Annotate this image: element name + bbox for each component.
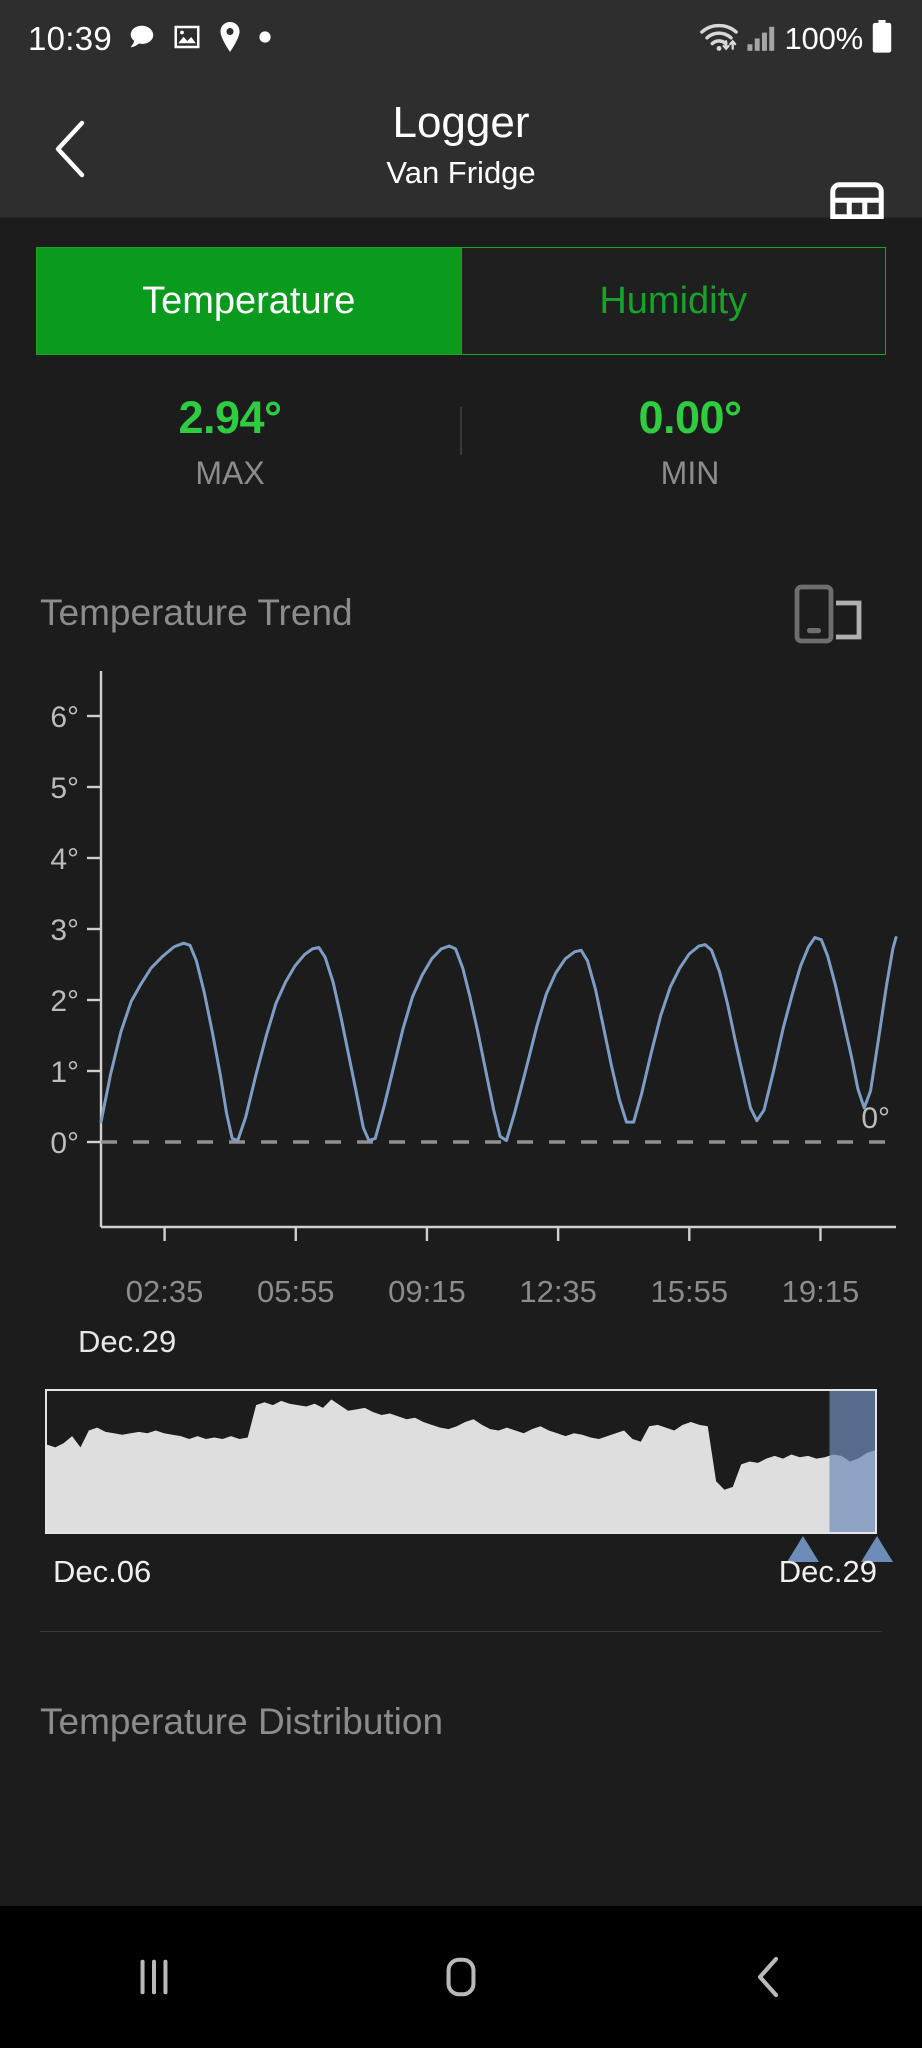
x-axis-tick-label: 02:35 bbox=[125, 1274, 204, 1309]
tab-humidity[interactable]: Humidity bbox=[460, 248, 885, 354]
nav-recents-button[interactable] bbox=[79, 1927, 229, 2027]
status-bar-right: 100% bbox=[699, 19, 895, 59]
app-bar-titles: Logger Van Fridge bbox=[0, 94, 922, 194]
section-divider bbox=[40, 1631, 882, 1632]
date-range-selector[interactable]: Dec.06 Dec.29 bbox=[0, 1389, 922, 1589]
distribution-title: Temperature Distribution bbox=[40, 1701, 444, 1742]
battery-full-icon bbox=[870, 19, 894, 59]
max-label: MAX bbox=[195, 455, 265, 491]
main-content: Temperature Humidity 2.94° MAX 0.00° MIN… bbox=[0, 219, 922, 1906]
stat-min: 0.00° MIN bbox=[530, 389, 850, 495]
recents-icon bbox=[140, 1959, 168, 1995]
image-icon bbox=[172, 22, 202, 57]
stats-row: 2.94° MAX 0.00° MIN bbox=[0, 389, 922, 519]
x-axis-tick-label: 05:55 bbox=[256, 1274, 335, 1309]
tab-temperature[interactable]: Temperature bbox=[37, 248, 461, 354]
max-value: 2.94° bbox=[178, 392, 282, 443]
svg-text:6°: 6° bbox=[50, 701, 79, 734]
wifi-icon bbox=[699, 21, 739, 58]
svg-text:3°: 3° bbox=[50, 914, 79, 947]
x-axis-tick-label: 09:15 bbox=[388, 1274, 466, 1309]
nav-back-button[interactable] bbox=[693, 1927, 843, 2027]
svg-text:2°: 2° bbox=[50, 985, 79, 1018]
svg-text:4°: 4° bbox=[50, 843, 79, 876]
x-axis-tick-label: 15:55 bbox=[650, 1274, 729, 1309]
range-preview-chart[interactable] bbox=[45, 1389, 877, 1534]
metric-tabs: Temperature Humidity bbox=[36, 247, 886, 355]
range-start-label: Dec.06 bbox=[53, 1554, 152, 1589]
rotate-screen-button[interactable] bbox=[794, 584, 862, 646]
temperature-trend-chart[interactable]: 0° 1° 2° 3° 4° 5° 6° 0° bbox=[0, 659, 922, 1279]
stat-max: 2.94° MAX bbox=[70, 389, 390, 495]
dot-icon bbox=[258, 30, 272, 49]
x-axis-tick-label: 12:35 bbox=[519, 1274, 597, 1309]
trend-title: Temperature Trend bbox=[40, 592, 353, 633]
chart-date-label: Dec.29 bbox=[78, 1324, 177, 1359]
stats-divider bbox=[460, 407, 462, 455]
location-pin-icon bbox=[217, 21, 243, 57]
home-icon bbox=[446, 1957, 476, 1997]
min-label: MIN bbox=[660, 455, 720, 491]
svg-text:5°: 5° bbox=[50, 772, 79, 805]
battery-percent-label: 100% bbox=[784, 21, 864, 56]
chat-bubble-icon bbox=[127, 22, 157, 57]
trend-header: Temperature Trend bbox=[40, 584, 882, 650]
cellular-signal-icon bbox=[746, 22, 778, 57]
range-end-label: Dec.29 bbox=[778, 1554, 877, 1589]
status-bar: 10:39 100% bbox=[0, 0, 922, 78]
app-bar: Logger Van Fridge bbox=[0, 78, 922, 236]
android-nav-bar bbox=[0, 1906, 922, 2048]
nav-home-button[interactable] bbox=[386, 1927, 536, 2027]
svg-text:0°: 0° bbox=[50, 1127, 79, 1160]
x-axis-tick-label: 19:15 bbox=[781, 1274, 860, 1309]
status-bar-left: 10:39 bbox=[28, 20, 272, 58]
page-subtitle: Van Fridge bbox=[386, 155, 536, 190]
rotate-screen-icon bbox=[794, 584, 862, 644]
phone-screen: 10:39 100% Logger Van Fridge Temperature… bbox=[0, 0, 922, 2048]
page-title: Logger bbox=[392, 98, 530, 147]
back-icon bbox=[758, 1956, 779, 1998]
status-clock: 10:39 bbox=[28, 20, 113, 57]
chart-x-axis-labels: 02:35 05:55 09:15 12:35 15:55 19:15 bbox=[0, 1274, 922, 1320]
min-value: 0.00° bbox=[638, 392, 742, 443]
svg-text:1°: 1° bbox=[50, 1056, 79, 1089]
